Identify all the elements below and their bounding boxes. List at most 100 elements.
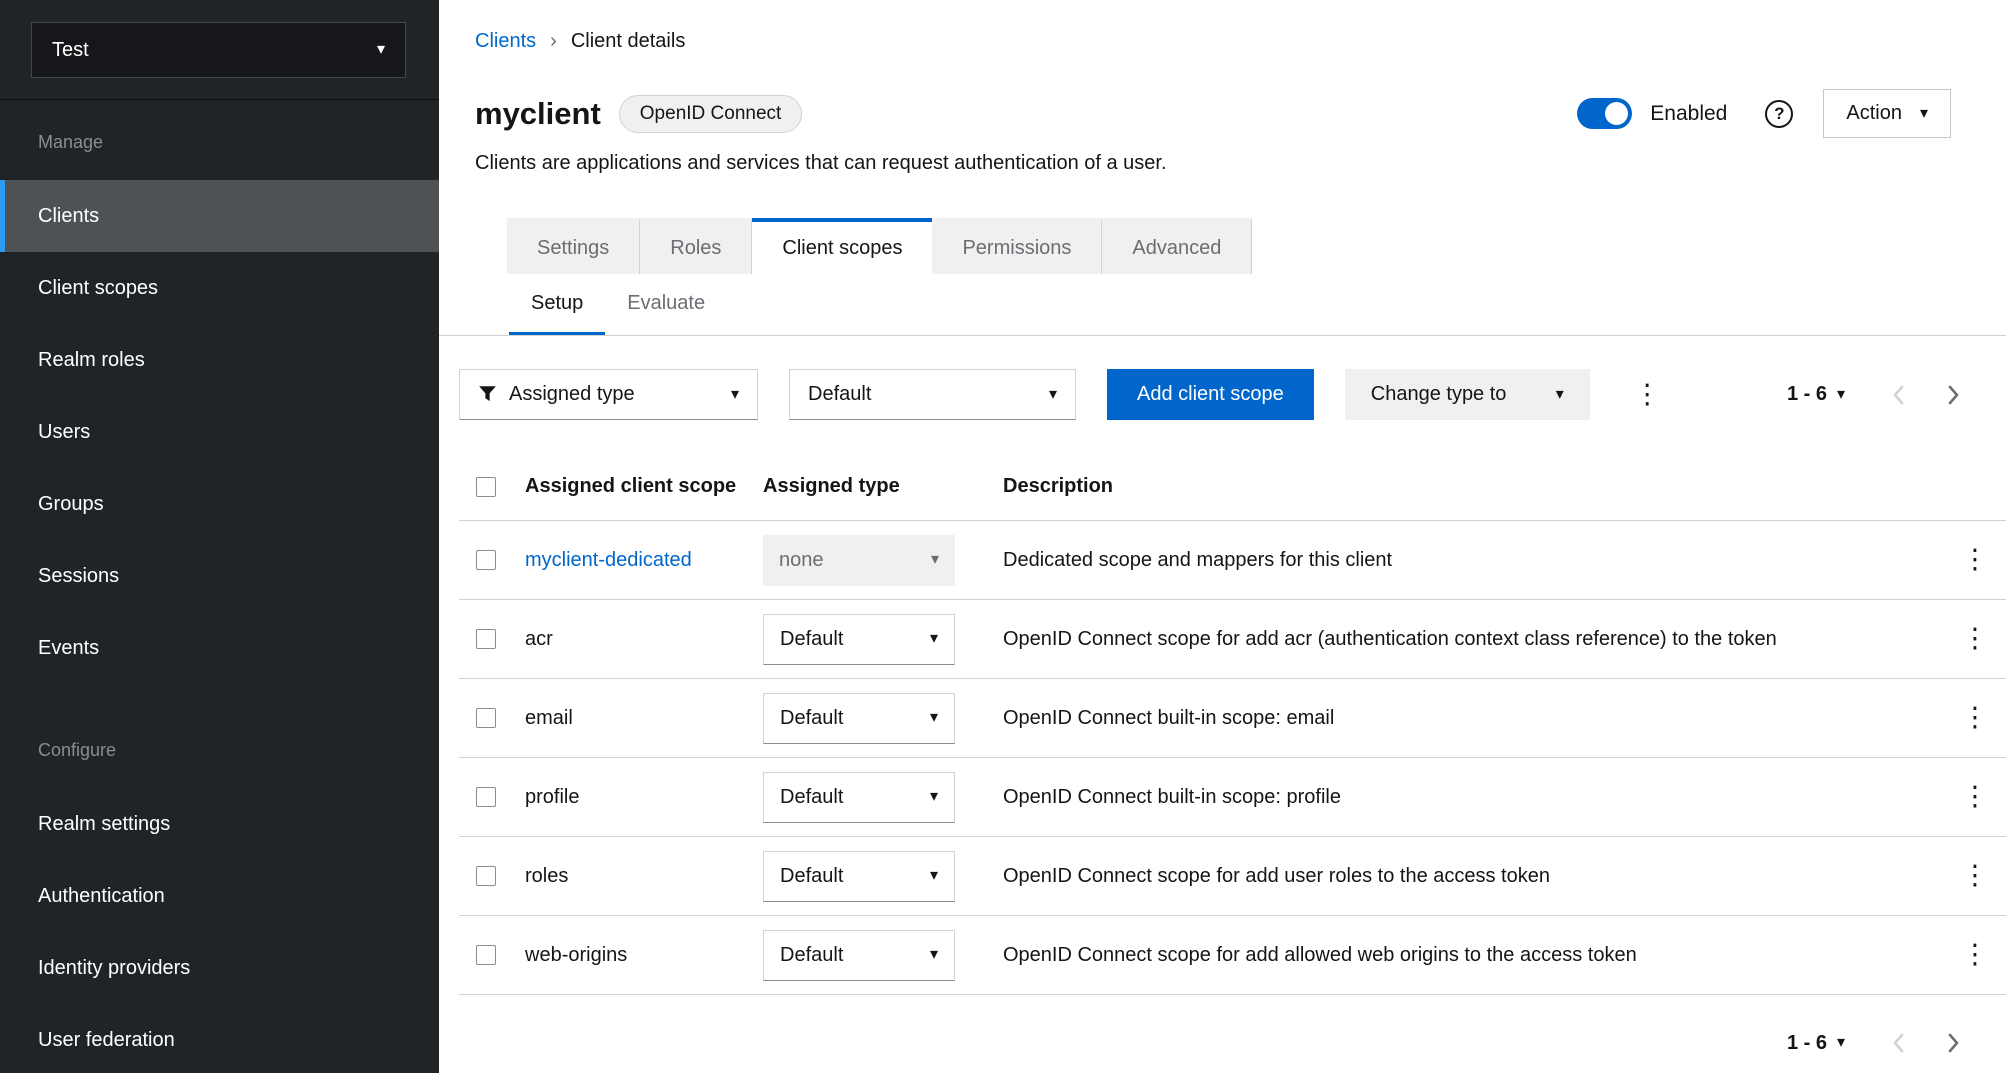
row-kebab-menu[interactable]: ⋮	[1962, 544, 1989, 574]
header-name: Assigned client scope	[525, 475, 763, 498]
chevron-right-icon: ›	[550, 30, 557, 53]
pagination-bottom: 1 - 6 ▾	[439, 995, 2006, 1055]
row-kebab-menu[interactable]: ⋮	[1962, 939, 1989, 969]
scope-description: OpenID Connect built-in scope: profile	[1003, 786, 1944, 809]
tab-bar: Settings Roles Client scopes Permissions…	[507, 218, 2006, 274]
nav-section-title-configure: Configure	[38, 738, 439, 762]
sidebar-item-events[interactable]: Events	[0, 612, 439, 684]
subtab-setup[interactable]: Setup	[509, 274, 605, 335]
pagination-range: 1 - 6	[1787, 383, 1827, 406]
table-row: email Default ▾ OpenID Connect built-in …	[459, 679, 2006, 758]
sidebar: Test ▾ Manage Clients Client scopes Real…	[0, 0, 439, 1073]
change-type-label: Change type to	[1371, 383, 1507, 406]
sidebar-item-users[interactable]: Users	[0, 396, 439, 468]
row-checkbox[interactable]	[476, 629, 496, 649]
scope-name: profile	[525, 786, 579, 808]
row-checkbox[interactable]	[476, 866, 496, 886]
action-dropdown[interactable]: Action ▾	[1823, 89, 1951, 138]
subtab-evaluate[interactable]: Evaluate	[605, 274, 727, 335]
scope-name: roles	[525, 865, 568, 887]
assigned-type-select[interactable]: Default ▾	[763, 930, 955, 981]
scope-name-link[interactable]: myclient-dedicated	[525, 549, 692, 571]
sidebar-item-client-scopes[interactable]: Client scopes	[0, 252, 439, 324]
scope-name: email	[525, 707, 573, 729]
assigned-type-filter-select[interactable]: Assigned type ▾	[459, 369, 758, 420]
pagination-prev-button[interactable]	[1891, 1031, 1906, 1055]
sidebar-item-groups[interactable]: Groups	[0, 468, 439, 540]
row-checkbox[interactable]	[476, 787, 496, 807]
subtab-bar: Setup Evaluate	[439, 274, 2006, 336]
tab-roles[interactable]: Roles	[640, 218, 752, 274]
help-icon[interactable]: ?	[1765, 100, 1793, 128]
change-type-dropdown[interactable]: Change type to ▾	[1345, 369, 1590, 420]
select-all-checkbox[interactable]	[476, 477, 496, 497]
breadcrumb: Clients › Client details	[439, 0, 2006, 53]
sidebar-item-realm-roles[interactable]: Realm roles	[0, 324, 439, 396]
pagination-options-toggle[interactable]: ▾	[1837, 1035, 1845, 1051]
tab-settings[interactable]: Settings	[507, 218, 640, 274]
tab-advanced[interactable]: Advanced	[1102, 218, 1252, 274]
assigned-type-value: Default	[780, 628, 843, 651]
row-kebab-menu[interactable]: ⋮	[1962, 781, 1989, 811]
chevron-down-icon: ▾	[930, 789, 938, 805]
breadcrumb-clients-link[interactable]: Clients	[475, 30, 536, 53]
type-value-filter-select[interactable]: Default ▾	[789, 369, 1076, 420]
row-checkbox[interactable]	[476, 708, 496, 728]
sidebar-item-user-federation[interactable]: User federation	[0, 1004, 439, 1073]
app-root: Test ▾ Manage Clients Client scopes Real…	[0, 0, 2006, 1073]
nav-section-manage: Manage Clients Client scopes Realm roles…	[0, 100, 439, 684]
sidebar-item-identity-providers[interactable]: Identity providers	[0, 932, 439, 1004]
row-checkbox[interactable]	[476, 550, 496, 570]
enabled-label: Enabled	[1650, 102, 1727, 126]
assigned-type-value: Default	[780, 944, 843, 967]
add-client-scope-button[interactable]: Add client scope	[1107, 369, 1314, 420]
tab-permissions[interactable]: Permissions	[932, 218, 1102, 274]
chevron-down-icon: ▾	[1920, 106, 1928, 122]
pagination-prev-button[interactable]	[1891, 383, 1906, 407]
client-scopes-table: Assigned client scope Assigned type Desc…	[459, 453, 2006, 995]
chevron-down-icon: ▾	[930, 947, 938, 963]
chevron-down-icon: ▾	[930, 710, 938, 726]
assigned-type-select[interactable]: Default ▾	[763, 772, 955, 823]
realm-selector[interactable]: Test ▾	[31, 22, 406, 78]
row-kebab-menu[interactable]: ⋮	[1962, 860, 1989, 890]
assigned-type-select[interactable]: Default ▾	[763, 851, 955, 902]
assigned-type-select[interactable]: none ▾	[763, 535, 955, 586]
chevron-down-icon: ▾	[930, 631, 938, 647]
sidebar-item-sessions[interactable]: Sessions	[0, 540, 439, 612]
row-kebab-menu[interactable]: ⋮	[1962, 702, 1989, 732]
pagination-next-button[interactable]	[1946, 383, 1961, 407]
type-value-filter-label: Default	[808, 383, 871, 406]
row-checkbox[interactable]	[476, 945, 496, 965]
assigned-type-value: Default	[780, 865, 843, 888]
sidebar-item-authentication[interactable]: Authentication	[0, 860, 439, 932]
pagination-top: 1 - 6 ▾	[1787, 383, 1961, 407]
chevron-down-icon: ▾	[930, 868, 938, 884]
assigned-type-value: Default	[780, 707, 843, 730]
protocol-badge: OpenID Connect	[619, 95, 803, 133]
toolbar-kebab-menu[interactable]: ⋮	[1634, 381, 1661, 408]
enabled-toggle[interactable]	[1577, 98, 1632, 129]
page-header: myclient OpenID Connect Enabled ? Action…	[475, 89, 1951, 138]
assigned-type-value: none	[779, 549, 824, 572]
header-description: Description	[1003, 475, 1944, 498]
tab-client-scopes[interactable]: Client scopes	[752, 218, 932, 274]
assigned-type-select[interactable]: Default ▾	[763, 614, 955, 665]
pagination-options-toggle[interactable]: ▾	[1837, 387, 1845, 403]
table-row: profile Default ▾ OpenID Connect built-i…	[459, 758, 2006, 837]
assigned-type-filter-label: Assigned type	[509, 383, 635, 406]
sidebar-item-clients[interactable]: Clients	[0, 180, 439, 252]
pagination-next-button[interactable]	[1946, 1031, 1961, 1055]
scope-description: OpenID Connect scope for add acr (authen…	[1003, 628, 1944, 651]
header-type: Assigned type	[763, 475, 1003, 498]
assigned-type-select[interactable]: Default ▾	[763, 693, 955, 744]
nav-section-title-manage: Manage	[38, 130, 439, 154]
scope-name: acr	[525, 628, 553, 650]
realm-name: Test	[52, 39, 89, 62]
row-kebab-menu[interactable]: ⋮	[1962, 623, 1989, 653]
scope-description: OpenID Connect scope for add allowed web…	[1003, 944, 1944, 967]
sidebar-item-realm-settings[interactable]: Realm settings	[0, 788, 439, 860]
table-row: roles Default ▾ OpenID Connect scope for…	[459, 837, 2006, 916]
nav-section-configure: Configure Realm settings Authentication …	[0, 708, 439, 1073]
header-checkbox-cell	[459, 477, 525, 497]
